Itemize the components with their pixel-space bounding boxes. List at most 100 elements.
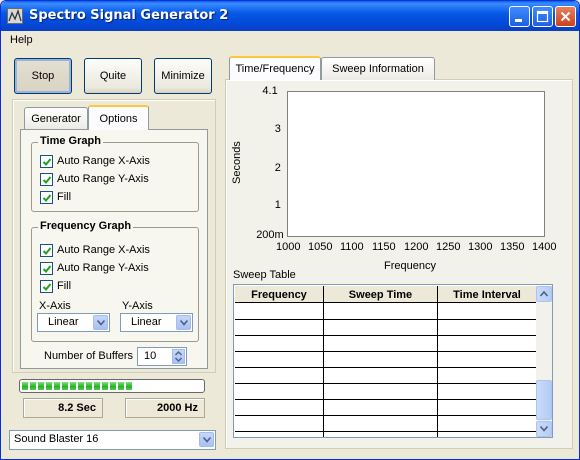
progress-segment [22, 382, 28, 390]
y-axis-value: Linear [131, 316, 162, 328]
chevron-down-icon [180, 320, 188, 326]
freq-fill-checkbox[interactable]: Fill [40, 279, 71, 293]
column-frequency[interactable]: Frequency [235, 286, 324, 303]
check-icon [42, 282, 52, 291]
progress-segment [126, 382, 132, 390]
progress-segment [110, 382, 116, 390]
tab-options[interactable]: Options [88, 105, 149, 130]
time-graph-group: Time Graph Auto Range X-Axis Auto Range … [31, 135, 199, 212]
tab-sweep-information[interactable]: Sweep Information [321, 57, 435, 80]
tab-generator[interactable]: Generator [24, 107, 88, 129]
x-tick-label: 1050 [308, 241, 333, 253]
time-auto-y-checkbox[interactable]: Auto Range Y-Axis [40, 172, 149, 186]
scroll-thumb[interactable] [536, 380, 552, 420]
main-window: Spectro Signal Generator 2 Help Stop Qui… [0, 0, 580, 460]
check-icon [42, 246, 52, 255]
freq-auto-x-checkbox[interactable]: Auto Range X-Axis [40, 243, 150, 257]
spinner-icon [175, 351, 182, 362]
freq-auto-y-checkbox[interactable]: Auto Range Y-Axis [40, 261, 149, 275]
sweep-table-header: Frequency Sweep Time Time Interval [235, 286, 536, 303]
quite-button[interactable]: Quite [84, 58, 142, 94]
spinner-arrows[interactable] [172, 349, 185, 364]
y-tick-label: 4.1 [262, 85, 278, 97]
y-axis-label: Y-Axis [122, 300, 153, 312]
time-readout: 8.2 Sec [23, 398, 103, 418]
close-icon [560, 11, 571, 22]
minimize-button[interactable]: Minimize [154, 58, 212, 94]
x-axis-value: Linear [48, 316, 79, 328]
time-auto-x-label: Auto Range X-Axis [57, 155, 150, 167]
device-value: Sound Blaster 16 [14, 433, 99, 445]
table-row [235, 351, 536, 352]
freq-fill-label: Fill [57, 280, 72, 292]
time-fill-label: Fill [57, 191, 72, 203]
device-select[interactable]: Sound Blaster 16 [9, 430, 216, 450]
freq-auto-x-label: Auto Range X-Axis [57, 244, 150, 256]
close-window-button[interactable] [555, 6, 576, 27]
x-tick-label: 1350 [500, 241, 525, 253]
x-axis-label: X-Axis [39, 300, 71, 312]
progress-segment [118, 382, 124, 390]
table-row [235, 367, 536, 368]
minimize-icon [515, 19, 522, 22]
scroll-down-button[interactable] [536, 421, 552, 437]
maximize-icon [536, 10, 549, 23]
check-icon [42, 157, 52, 166]
check-icon [42, 193, 52, 202]
minimize-window-button[interactable] [509, 6, 530, 27]
menu-help[interactable]: Help [10, 34, 33, 46]
y-tick-label: 200m [256, 229, 284, 241]
progress-segment [78, 382, 84, 390]
time-auto-x-checkbox[interactable]: Auto Range X-Axis [40, 154, 150, 168]
tab-time-frequency[interactable]: Time/Frequency [229, 56, 321, 80]
table-scrollbar[interactable] [536, 286, 552, 437]
buffers-value: 10 [144, 350, 157, 362]
column-time-interval[interactable]: Time Interval [438, 286, 536, 303]
y-axis-select[interactable]: Linear [120, 313, 193, 332]
stop-button[interactable]: Stop [14, 58, 72, 94]
progress-segment [62, 382, 68, 390]
time-graph-title: Time Graph [38, 135, 103, 147]
frequency-readout: 2000 Hz [125, 398, 205, 418]
time-fill-checkbox[interactable]: Fill [40, 190, 71, 204]
x-tick-label: 1150 [372, 241, 396, 253]
check-icon [42, 264, 52, 273]
x-tick-label: 1400 [532, 241, 557, 253]
x-axis-title: Frequency [384, 260, 436, 272]
maximize-window-button[interactable] [532, 6, 553, 27]
progress-fill [22, 382, 132, 390]
progress-segment [86, 382, 92, 390]
x-axis-select[interactable]: Linear [37, 313, 110, 332]
table-row [235, 415, 536, 416]
x-tick-label: 1300 [468, 241, 493, 253]
chevron-down-icon [540, 426, 548, 432]
column-sweep-time[interactable]: Sweep Time [324, 286, 438, 303]
progress-segment [46, 382, 52, 390]
sweep-table[interactable]: Frequency Sweep Time Time Interval [233, 284, 553, 438]
buffers-spinner[interactable]: 10 [137, 347, 187, 366]
time-auto-y-label: Auto Range Y-Axis [57, 173, 149, 185]
chevron-down-icon [97, 320, 105, 326]
chevron-up-icon [540, 291, 548, 297]
title-bar[interactable]: Spectro Signal Generator 2 [1, 1, 579, 31]
table-row [235, 399, 536, 400]
table-row [235, 319, 536, 320]
progress-segment [30, 382, 36, 390]
scroll-up-button[interactable] [536, 286, 552, 302]
x-tick-label: 1100 [340, 241, 364, 253]
y-axis-title: Seconds [231, 141, 243, 184]
app-icon[interactable] [7, 8, 23, 24]
buffers-label: Number of Buffers [44, 350, 134, 362]
progress-segment [70, 382, 76, 390]
x-tick-label: 1250 [436, 241, 461, 253]
x-tick-label: 1000 [276, 241, 301, 253]
menu-bar: Help [1, 31, 579, 51]
progress-segment [54, 382, 60, 390]
frequency-graph-title: Frequency Graph [38, 220, 134, 232]
chevron-down-icon [203, 437, 211, 443]
progress-segment [38, 382, 44, 390]
options-tab-page: Time Graph Auto Range X-Axis Auto Range … [20, 129, 208, 369]
y-tick-label: 3 [274, 123, 281, 135]
table-row [235, 383, 536, 384]
progress-segment [102, 382, 108, 390]
